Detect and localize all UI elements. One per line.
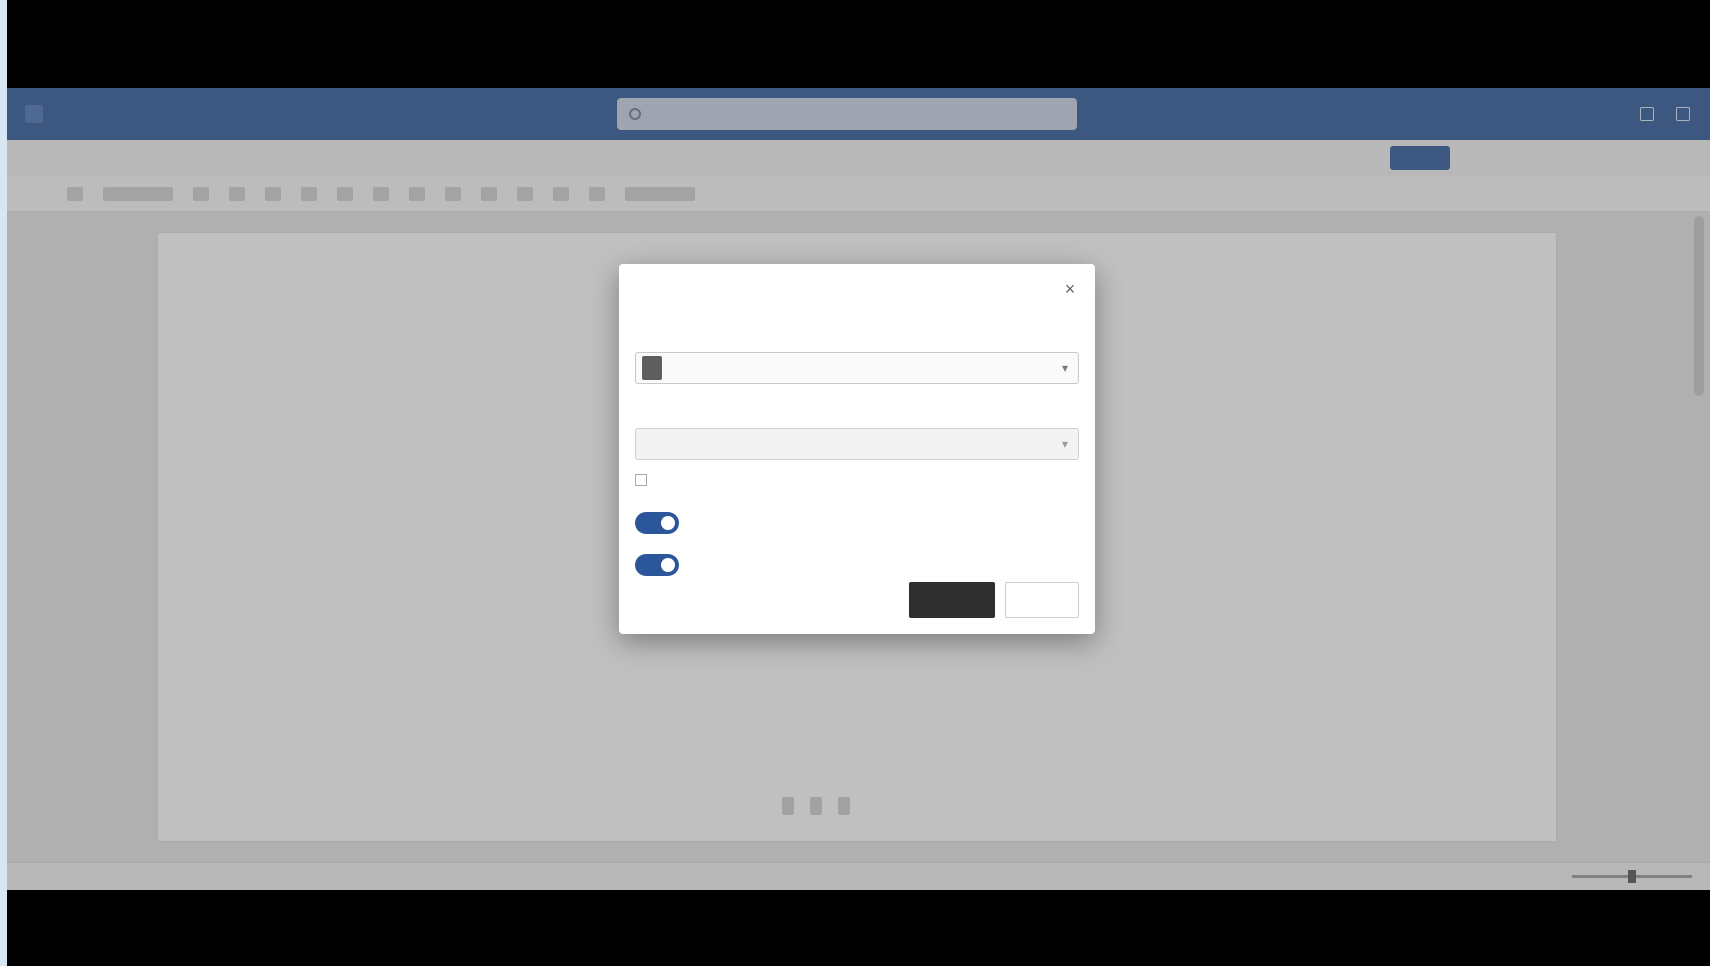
toggle-row-2: [635, 554, 697, 576]
chevron-down-icon: ▾: [1061, 437, 1068, 451]
option-row: [635, 474, 1079, 486]
language-selected-value: [642, 356, 662, 380]
option-checkbox[interactable]: [635, 474, 647, 486]
ok-button[interactable]: [909, 582, 995, 618]
chevron-down-icon: ▾: [1061, 361, 1068, 375]
language-dialog: × ▾ ▾: [619, 264, 1095, 634]
close-icon[interactable]: ×: [1059, 278, 1081, 300]
cancel-button[interactable]: [1005, 582, 1079, 618]
style-select[interactable]: ▾: [635, 428, 1079, 460]
dialog-buttons: [909, 582, 1079, 618]
toggle-switch-1[interactable]: [635, 512, 679, 534]
screen-frame: × ▾ ▾: [7, 0, 1710, 966]
toggle-switch-2[interactable]: [635, 554, 679, 576]
language-select[interactable]: ▾: [635, 352, 1079, 384]
word-app-window: × ▾ ▾: [7, 88, 1710, 890]
toggle-row-1: [635, 512, 697, 534]
